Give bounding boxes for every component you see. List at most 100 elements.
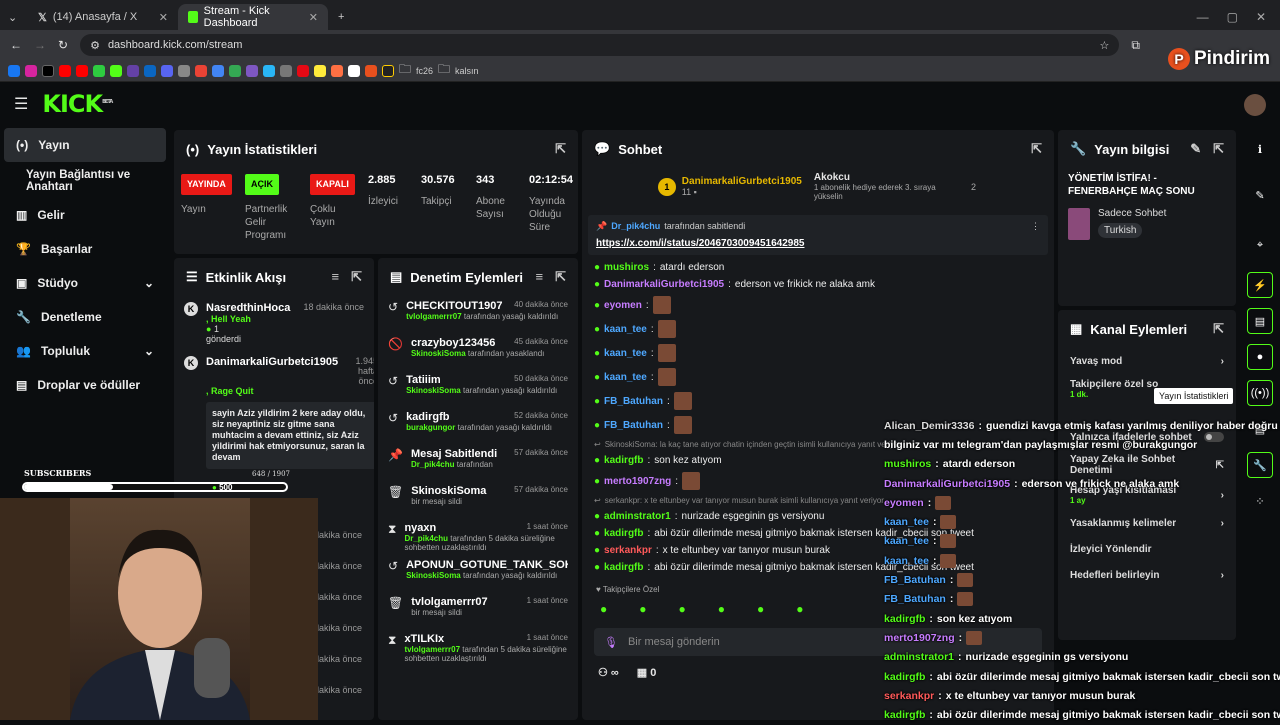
tab-kick-dashboard[interactable]: Stream - Kick Dashboard ✕ [178,4,328,30]
mod-target-user[interactable]: Tatiiim [406,374,441,386]
docs-bookmark-icon[interactable] [212,64,224,77]
extensions-icon[interactable]: ⧉ [1131,38,1140,53]
mod-actor[interactable]: tvlolgamerrr07 [406,312,462,321]
info-icon[interactable]: ℹ [1247,136,1273,162]
youtube-bookmark-icon[interactable] [76,64,88,77]
bookmark-icon[interactable] [297,64,309,77]
url-field[interactable]: ⚙ dashboard.kick.com/stream ☆ [80,34,1120,56]
mod-target-user[interactable]: APONUN_GOTUNE_TANK_SOKAN [406,559,568,571]
chat-username[interactable]: serkankpr [604,545,652,556]
pinned-link[interactable]: https://x.com/i/status/20467030094516429… [596,238,1040,249]
chat-username[interactable]: mushiros [604,262,649,273]
popout-icon[interactable]: ⇱ [1031,141,1042,157]
linkedin-bookmark-icon[interactable] [144,64,156,77]
microphone-icon[interactable]: 🎙 [604,636,618,649]
leader-user[interactable]: DanimarkaliGurbetci1905 [682,176,802,187]
emote-icon[interactable]: ● [639,602,646,616]
mod-actor[interactable]: Dr_pik4chu [411,460,455,469]
edit-icon[interactable]: ✎ [1247,182,1273,208]
chat-username[interactable]: kaan_tee [604,324,647,335]
chat-username[interactable]: merto1907zng [604,476,671,487]
mod-actor[interactable]: SkinoskiSoma [411,349,466,358]
emote-icon[interactable]: ● [718,602,725,616]
bookmark-icon[interactable] [280,64,292,77]
popout-icon[interactable]: ⇱ [555,269,566,285]
sidebar-item-basarilar[interactable]: 🏆 Başarılar [0,232,170,266]
sidebar-item-studyo[interactable]: ▣ Stüdyo ⌄ [0,266,170,300]
document-icon[interactable]: ▤ [1247,308,1273,334]
mod-target-user[interactable]: crazyboy123456 [411,337,495,349]
back-icon[interactable]: ← [10,38,22,52]
popout-icon[interactable]: ⇱ [1213,321,1224,337]
new-tab-button[interactable]: + [328,4,358,30]
chat-username[interactable]: DanimarkaliGurbetci1905 [604,279,724,290]
chat-username[interactable]: adminstrator1 [604,511,671,522]
forward-icon[interactable]: → [34,38,46,52]
sidebar-item-droplar[interactable]: ▤ Droplar ve ödüller [0,368,170,402]
users-icon[interactable]: ⚇ ∞ [598,666,619,679]
x-bookmark-icon[interactable] [42,64,54,77]
bookmark-icon[interactable] [229,64,241,77]
chat-username[interactable]: kadirgfb [604,562,643,573]
popout-icon[interactable]: ⇱ [351,269,362,285]
mod-target-user[interactable]: nyaxn [404,522,436,534]
bookmark-icon[interactable] [314,64,326,77]
lightning-icon[interactable]: ⚡ [1247,272,1273,298]
target-icon[interactable]: ⌖ [1247,232,1273,258]
category-thumbnail[interactable] [1068,208,1090,240]
chat-username[interactable]: kaan_tee [604,348,647,359]
menu-icon[interactable]: ☰ [14,94,28,114]
chat-username[interactable]: kaan_tee [604,372,647,383]
close-tab-icon[interactable]: ✕ [159,11,168,24]
gmail-bookmark-icon[interactable] [195,64,207,77]
emote-icon[interactable]: ● [796,602,803,616]
bookmark-icon[interactable] [382,64,394,77]
maximize-icon[interactable]: ▢ [1227,10,1238,24]
filter-icon[interactable]: ≡ [332,269,340,285]
chat-username[interactable]: kadirgfb [604,455,643,466]
close-tab-icon[interactable]: ✕ [309,11,318,24]
bookmark-star-icon[interactable]: ☆ [1100,39,1110,52]
emote-icon[interactable]: ● [757,602,764,616]
more-icon[interactable]: ⋮ [1031,221,1040,232]
facebook-bookmark-icon[interactable] [8,64,20,77]
category-name[interactable]: Sadece Sohbet [1098,208,1166,219]
bookmark-icon[interactable] [348,64,360,77]
mod-target-user[interactable]: CHECKITOUT1907 [406,300,502,312]
twitch-bookmark-icon[interactable] [127,64,139,77]
kick-logo[interactable]: KICKBETA [42,90,113,118]
broadcast-icon[interactable]: ((•)) [1247,380,1273,406]
leader-user[interactable]: Akokcu [814,172,965,183]
bookmark-folder-kalsin[interactable]: kalsın [455,66,479,76]
bookmark-icon[interactable] [178,64,190,77]
sidebar-item-gelir[interactable]: ▥ Gelir [0,198,170,232]
activity-user[interactable]: DanimarkaliGurbetci1905 [206,356,338,386]
avatar[interactable] [1244,94,1266,116]
bookmark-icon[interactable] [263,64,275,77]
edit-icon[interactable]: ✎ [1190,141,1201,157]
gift-icon[interactable]: ▦ 0 [637,666,657,679]
reload-icon[interactable]: ↻ [58,38,68,52]
mod-actor[interactable]: SkinoskiSoma [406,386,461,395]
sidebar-item-denetleme[interactable]: 🔧 Denetleme [0,300,170,334]
chat-username[interactable]: eyomen [604,300,642,311]
tag-chip[interactable]: Turkish [1098,223,1143,238]
mod-actor[interactable]: Dr_pik4chu [404,534,448,543]
popout-icon[interactable]: ⇱ [1213,141,1224,157]
popout-icon[interactable]: ⇱ [555,141,566,157]
chat-icon[interactable]: ● [1247,344,1273,370]
bookmark-folder-fc26[interactable]: fc26 [416,66,433,76]
emote-icon[interactable]: ● [679,602,686,616]
site-info-icon[interactable]: ⚙ [90,39,100,52]
mod-target-user[interactable]: kadirgfb [406,411,449,423]
filter-icon[interactable]: ≡ [536,269,544,285]
mod-target-user[interactable]: xTILKIx [404,633,444,645]
sidebar-item-topluluk[interactable]: 👥 Topluluk ⌄ [0,334,170,368]
kick-bookmark-icon[interactable] [110,64,122,77]
discord-bookmark-icon[interactable] [161,64,173,77]
instagram-bookmark-icon[interactable] [25,64,37,77]
minimize-icon[interactable]: — [1197,10,1209,24]
drop-bookmark-icon[interactable] [93,64,105,77]
mod-actor[interactable]: tvlolgamerrr07 [404,645,460,654]
mod-actor[interactable]: burakgungor [406,423,455,432]
